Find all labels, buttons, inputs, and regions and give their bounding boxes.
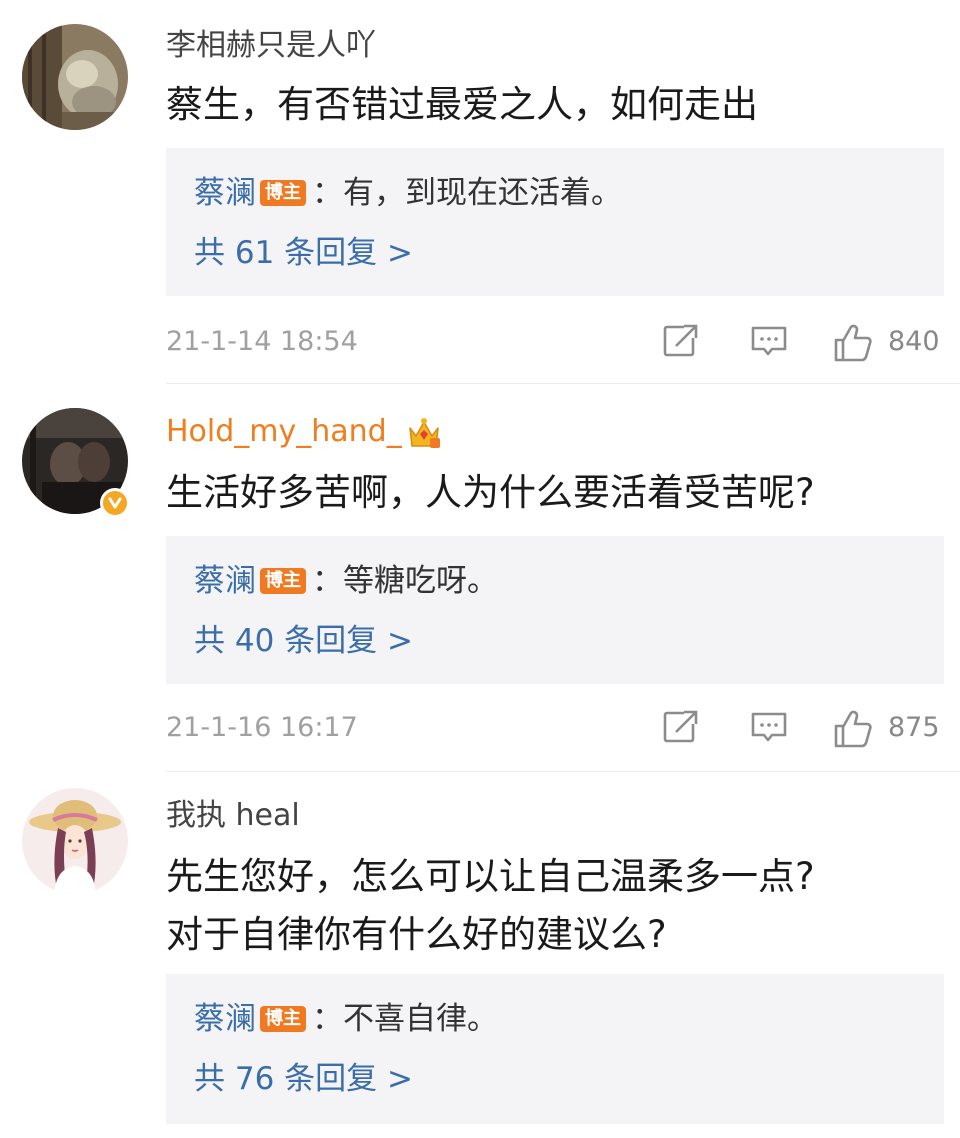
reply-content: 等糖吃呀。 [343, 563, 498, 599]
reply-line: 蔡澜 博主 ：不喜自律。 [194, 998, 498, 1040]
reply-box[interactable]: 蔡澜 博主 ：有，到现在还活着。 共 61 条回复 > [166, 148, 944, 296]
comment-text: 蔡生，有否错过最爱之人，如何走出 [166, 83, 758, 126]
blogger-badge: 博主 [260, 567, 306, 594]
comment-text: 对于自律你有什么好的建议么? [166, 913, 667, 956]
reply-separator: ： [312, 175, 343, 211]
comment-item: Hold_my_hand_ 生活好多苦啊，人为什么要活着受苦呢? 蔡澜 博主 ：等糖… [0, 384, 960, 772]
avatar[interactable] [22, 788, 128, 894]
reply-author[interactable]: 蔡澜 [194, 563, 256, 599]
share-icon[interactable] [662, 322, 700, 360]
reply-line: 蔡澜 博主 ：有，到现在还活着。 [194, 172, 622, 214]
reply-separator: ： [312, 1001, 343, 1037]
avatar[interactable] [22, 24, 128, 130]
reply-box[interactable]: 蔡澜 博主 ：不喜自律。 共 76 条回复 > [166, 974, 944, 1124]
reply-author[interactable]: 蔡澜 [194, 175, 256, 211]
comment-text: 生活好多苦啊，人为什么要活着受苦呢? [166, 471, 815, 514]
comment-item: 我执 heal 先生您好，怎么可以让自己温柔多一点? 对于自律你有什么好的建议么… [0, 772, 960, 1138]
blogger-badge: 博主 [260, 179, 306, 206]
comment-footer: 21-1-14 18:54 840 [166, 320, 944, 364]
reply-content: 不喜自律。 [343, 1001, 498, 1037]
comment-footer: 21-1-16 16:17 875 [166, 706, 944, 750]
more-replies-link[interactable]: 共 40 条回复 > [194, 620, 413, 662]
username[interactable]: 李相赫只是人吖 [166, 26, 376, 66]
like-icon[interactable] [832, 708, 874, 750]
crown-icon [408, 417, 440, 448]
more-replies-link[interactable]: 共 76 条回复 > [194, 1058, 413, 1100]
timestamp: 21-1-16 16:17 [166, 712, 358, 743]
username[interactable]: Hold_my_hand_ [166, 412, 442, 452]
like-count: 875 [888, 712, 940, 743]
comment-item: 李相赫只是人吖 蔡生，有否错过最爱之人，如何走出 蔡澜 博主 ：有，到现在还活着。 … [0, 0, 960, 384]
blogger-badge: 博主 [260, 1005, 306, 1032]
reply-line: 蔡澜 博主 ：等糖吃呀。 [194, 560, 498, 602]
timestamp: 21-1-14 18:54 [166, 326, 358, 357]
more-replies-link[interactable]: 共 61 条回复 > [194, 232, 413, 274]
share-icon[interactable] [662, 708, 700, 746]
comment-icon[interactable] [750, 322, 788, 360]
verified-icon [100, 488, 130, 518]
comment-icon[interactable] [750, 708, 788, 746]
comment-text: 先生您好，怎么可以让自己温柔多一点? [166, 855, 815, 898]
username-text[interactable]: Hold_my_hand_ [166, 414, 402, 449]
like-icon[interactable] [832, 322, 874, 364]
reply-separator: ： [312, 563, 343, 599]
like-count: 840 [888, 326, 940, 357]
reply-content: 有，到现在还活着。 [343, 175, 622, 211]
reply-box[interactable]: 蔡澜 博主 ：等糖吃呀。 共 40 条回复 > [166, 536, 944, 684]
reply-author[interactable]: 蔡澜 [194, 1001, 256, 1037]
username[interactable]: 我执 heal [166, 796, 300, 836]
